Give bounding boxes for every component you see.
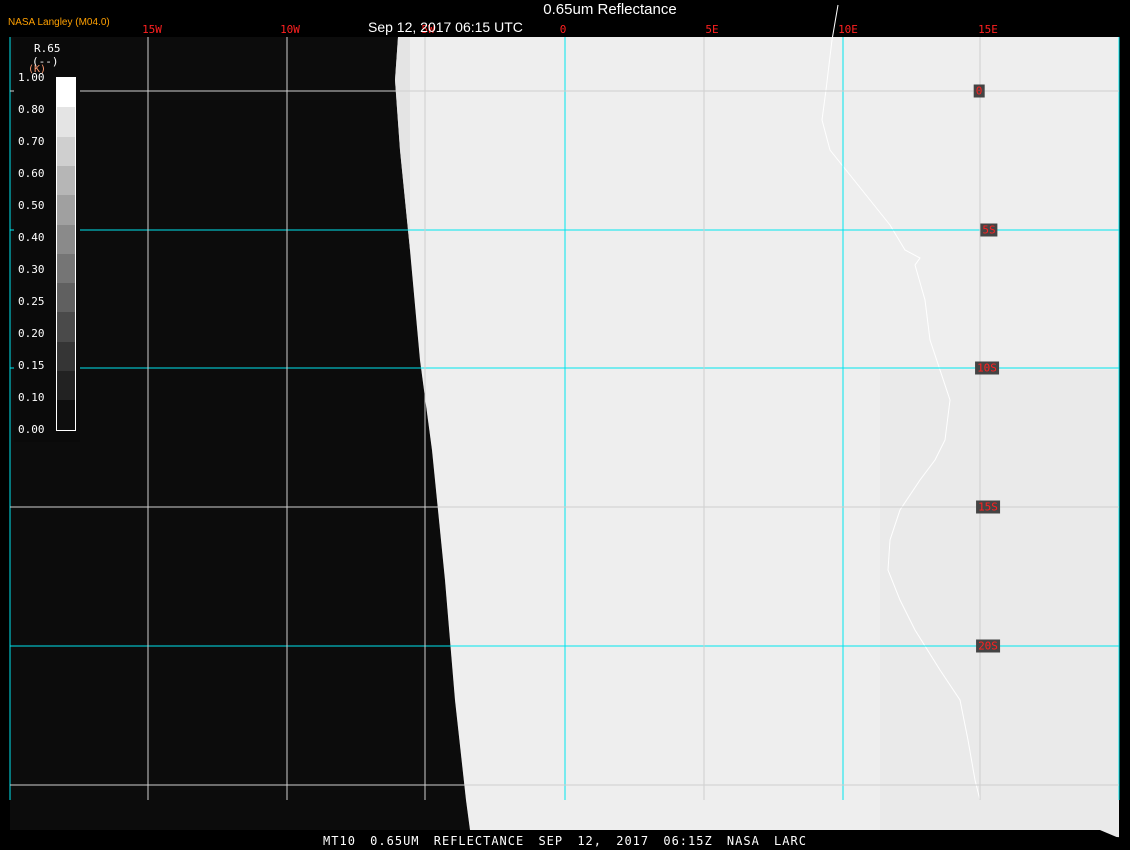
color-legend: R.65 (--) (K) 1.00 0.80 0.70 0.60 0.50 0.40 0.…	[14, 38, 80, 442]
legend-bar-outline	[56, 77, 76, 431]
lon-label-0: 0	[559, 23, 567, 36]
lon-label-15e: 15E	[978, 23, 998, 36]
legend-variable: R.65	[34, 42, 61, 55]
legend-tick: 0.25	[18, 295, 45, 308]
legend-tick: 0.00	[18, 423, 45, 436]
legend-tick: 0.70	[18, 135, 45, 148]
lon-label-15w: 15W	[142, 23, 162, 36]
lat-label-10s: 10S	[975, 361, 999, 375]
legend-tick: 0.15	[18, 359, 45, 372]
lat-label-15s: 15S	[976, 500, 1000, 514]
lat-label-5s: 5S	[980, 223, 998, 237]
lon-label-10w: 10W	[280, 23, 300, 36]
legend-tick: 0.80	[18, 103, 45, 116]
satellite-image	[9, 4, 1120, 838]
legend-tick: 0.50	[18, 199, 45, 212]
image-datetime: Sep 12, 2017 06:15 UTC	[368, 19, 523, 35]
footer-caption: MT10 0.65UM REFLECTANCE SEP 12, 2017 06:…	[323, 834, 807, 848]
image-title: 0.65um Reflectance	[543, 1, 677, 18]
lon-label-5e: 5E	[705, 23, 719, 36]
legend-tick: 0.60	[18, 167, 45, 180]
lat-label-20s: 20S	[976, 639, 1000, 653]
legend-tick: 0.30	[18, 263, 45, 276]
legend-tick: 0.20	[18, 327, 45, 340]
legend-tick: 0.40	[18, 231, 45, 244]
lat-label-0: 0	[973, 84, 985, 98]
legend-tick: 0.10	[18, 391, 45, 404]
organization-label: NASA Langley (M04.0)	[8, 17, 110, 28]
lon-label-10e: 10E	[838, 23, 858, 36]
legend-tick: 1.00	[18, 71, 45, 84]
